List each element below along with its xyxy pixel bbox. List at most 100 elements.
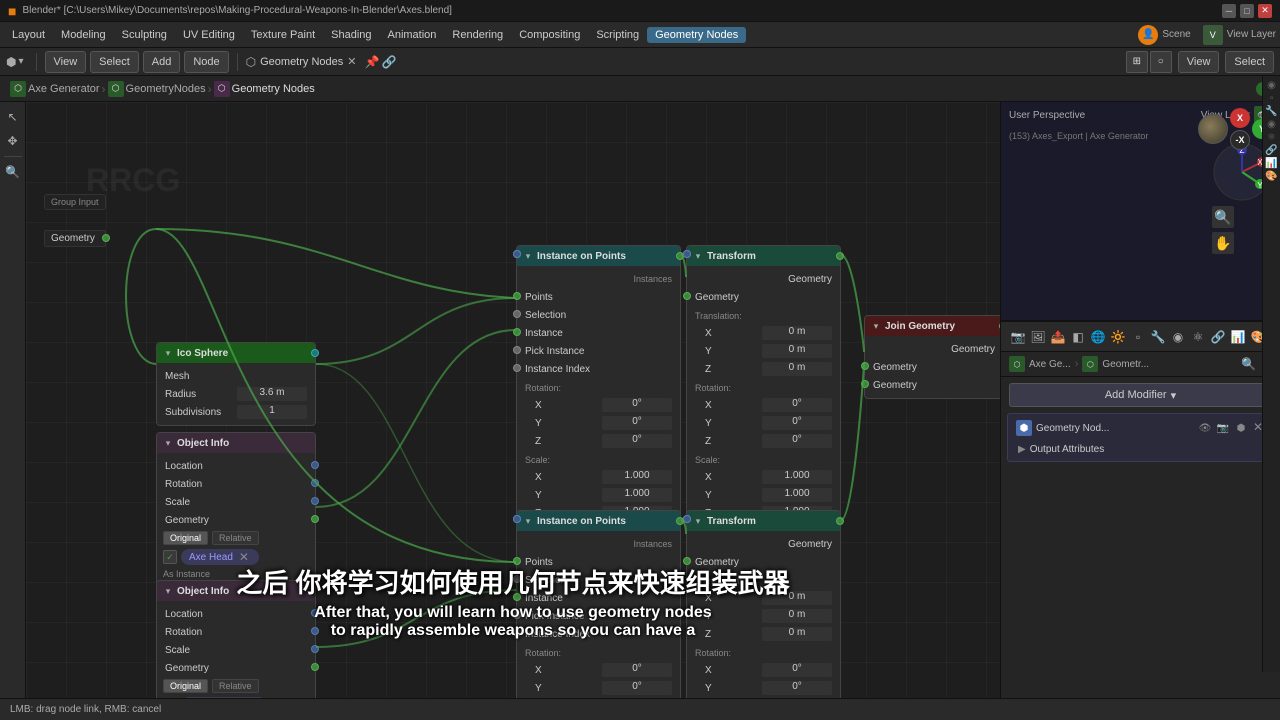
obj2-relative[interactable]: Relative: [212, 679, 259, 693]
subdiv-field[interactable]: 1: [237, 405, 307, 419]
proportional-button[interactable]: ○: [1150, 51, 1172, 73]
strip-icon3[interactable]: 🔧: [1265, 106, 1277, 117]
trans1-ry-field[interactable]: 0°: [762, 416, 832, 430]
hand-icon-vp[interactable]: ✋: [1212, 232, 1234, 254]
modifier-render-icon[interactable]: 📷: [1215, 420, 1231, 436]
strip-icon1[interactable]: ◉: [1267, 80, 1276, 91]
node-button[interactable]: Node: [184, 51, 228, 73]
view-layer-props-icon[interactable]: ◧: [1069, 328, 1087, 346]
strip-icon2[interactable]: ▫: [1270, 93, 1274, 104]
obj1-collapse[interactable]: ▾: [163, 438, 173, 448]
menu-modeling[interactable]: Modeling: [53, 27, 114, 43]
pin-icon[interactable]: 📌: [364, 55, 379, 69]
menu-rendering[interactable]: Rendering: [444, 27, 511, 43]
object-info-1-node[interactable]: ▾ Object Info Location Rotation Scale: [156, 432, 316, 586]
move-tool[interactable]: ✥: [2, 130, 24, 152]
trans2-tz-field[interactable]: 0 m: [762, 627, 832, 641]
inst1-xscale-field[interactable]: 1.000: [602, 470, 672, 484]
menu-shading[interactable]: Shading: [323, 27, 379, 43]
select-button-right[interactable]: Select: [1225, 51, 1274, 73]
data-props-icon[interactable]: 📊: [1229, 328, 1247, 346]
minimize-button[interactable]: ─: [1222, 4, 1236, 18]
scene-props-icon[interactable]: 📷: [1009, 328, 1027, 346]
modifier-expand-icon[interactable]: ⬢: [1233, 420, 1249, 436]
menu-scripting[interactable]: Scripting: [588, 27, 647, 43]
mod-search-icon[interactable]: 🔍: [1241, 357, 1256, 371]
obj2-original[interactable]: Original: [163, 679, 208, 693]
trans2-rx-field[interactable]: 0°: [762, 663, 832, 677]
strip-icon7[interactable]: 📊: [1265, 158, 1277, 169]
trans2-tx-field[interactable]: 0 m: [762, 591, 832, 605]
menu-texture-paint[interactable]: Texture Paint: [243, 27, 323, 43]
trans1-rx-field[interactable]: 0°: [762, 398, 832, 412]
zoom-tool[interactable]: 🔍: [2, 161, 24, 183]
trans2-collapse[interactable]: ▾: [693, 516, 703, 526]
object-props-icon[interactable]: ▫: [1129, 328, 1147, 346]
scene-props-icon2[interactable]: 🌐: [1089, 328, 1107, 346]
object-info-2-node[interactable]: ▾ Object Info Location Rotation Scale: [156, 580, 316, 698]
strip-icon4[interactable]: ◉: [1267, 119, 1276, 130]
snap-button[interactable]: ⊞: [1126, 51, 1148, 73]
trans1-tz-field[interactable]: 0 m: [762, 362, 832, 376]
join-geometry-node[interactable]: ▾ Join Geometry Geometry Geometry Geomet…: [864, 315, 1000, 399]
obj1-name-tag[interactable]: Axe Head ✕: [181, 549, 259, 565]
inst2-collapse[interactable]: ▾: [523, 516, 533, 526]
trans2-ry-field[interactable]: 0°: [762, 681, 832, 695]
output-props-icon[interactable]: 📤: [1049, 328, 1067, 346]
menu-layout[interactable]: Layout: [4, 27, 53, 43]
ico-collapse[interactable]: ▾: [163, 348, 173, 358]
strip-icon5[interactable]: ⚛: [1267, 132, 1276, 143]
link-icon[interactable]: 🔗: [381, 55, 396, 69]
node-canvas[interactable]: RRCG 人人素材 RRCG 人人素材 RRCG Group Input Geo…: [26, 102, 1000, 698]
render-props-icon[interactable]: 🖼: [1029, 328, 1047, 346]
particles-props-icon[interactable]: ◉: [1169, 328, 1187, 346]
ico-sphere-node[interactable]: ▾ Ico Sphere Mesh Radius 3.6 m Subdivisi…: [156, 342, 316, 426]
obj1-checkbox[interactable]: ✓: [163, 550, 177, 564]
constraints-props-icon[interactable]: 🔗: [1209, 328, 1227, 346]
inst2-xrot-field[interactable]: 0°: [602, 663, 672, 677]
editor-type-selector[interactable]: ⬢ ▾: [6, 55, 24, 69]
trans1-sx-field[interactable]: 1.000: [762, 470, 832, 484]
transform-2-node[interactable]: ▾ Transform Geometry Geometry Translatio…: [686, 510, 841, 698]
trans1-sy-field[interactable]: 1.000: [762, 488, 832, 502]
trans1-ty-field[interactable]: 0 m: [762, 344, 832, 358]
trans1-collapse[interactable]: ▾: [693, 251, 703, 261]
world-props-icon[interactable]: 🔆: [1109, 328, 1127, 346]
inst1-yscale-field[interactable]: 1.000: [602, 488, 672, 502]
output-attributes-section[interactable]: ▶ Output Attributes: [1010, 440, 1271, 459]
inst1-yrot-field[interactable]: 0°: [602, 416, 672, 430]
strip-icon6[interactable]: 🔗: [1265, 145, 1277, 156]
menu-animation[interactable]: Animation: [380, 27, 445, 43]
inst1-collapse[interactable]: ▾: [523, 251, 533, 261]
menu-uv-editing[interactable]: UV Editing: [175, 27, 243, 43]
inst1-zrot-field[interactable]: 0°: [602, 434, 672, 448]
instance-on-points-2-node[interactable]: ▾ Instance on Points Instances Points Se…: [516, 510, 681, 698]
inst1-xrot-field[interactable]: 0°: [602, 398, 672, 412]
breadcrumb-axe[interactable]: Axe Generator: [28, 83, 100, 95]
strip-icon8[interactable]: 🎨: [1265, 171, 1277, 182]
obj2-collapse[interactable]: ▾: [163, 586, 173, 596]
viewport-mini[interactable]: User Perspective View Layer 👁 (153) Axes…: [1001, 102, 1280, 322]
modifier-realtime-icon[interactable]: 👁: [1197, 420, 1213, 436]
obj1-remove[interactable]: ✕: [237, 550, 251, 564]
breadcrumb-geom[interactable]: GeometryNodes: [126, 83, 206, 95]
menu-geometry-nodes[interactable]: Geometry Nodes: [647, 27, 746, 43]
inst2-yrot-field[interactable]: 0°: [602, 681, 672, 695]
menu-compositing[interactable]: Compositing: [511, 27, 588, 43]
transform-1-node[interactable]: ▾ Transform Geometry Geometry Translatio…: [686, 245, 841, 527]
menu-sculpting[interactable]: Sculpting: [114, 27, 175, 43]
maximize-button[interactable]: □: [1240, 4, 1254, 18]
add-button[interactable]: Add: [143, 51, 181, 73]
workspace-selector[interactable]: ⬡ Geometry Nodes ✕: [246, 55, 357, 69]
physics-props-icon[interactable]: ⚛: [1189, 328, 1207, 346]
view-button-right[interactable]: View: [1178, 51, 1220, 73]
breadcrumb-active[interactable]: Geometry Nodes: [232, 83, 315, 95]
join-collapse[interactable]: ▾: [871, 321, 881, 331]
zoom-icon-vp[interactable]: 🔍: [1212, 206, 1234, 228]
modifier-props-icon[interactable]: 🔧: [1149, 328, 1167, 346]
close-button[interactable]: ✕: [1258, 4, 1272, 18]
instance-on-points-1-node[interactable]: ▾ Instance on Points Instances Points Se…: [516, 245, 681, 527]
add-modifier-button[interactable]: Add Modifier ▾: [1009, 383, 1272, 407]
select-tool[interactable]: ↖: [2, 106, 24, 128]
obj1-original[interactable]: Original: [163, 531, 208, 545]
